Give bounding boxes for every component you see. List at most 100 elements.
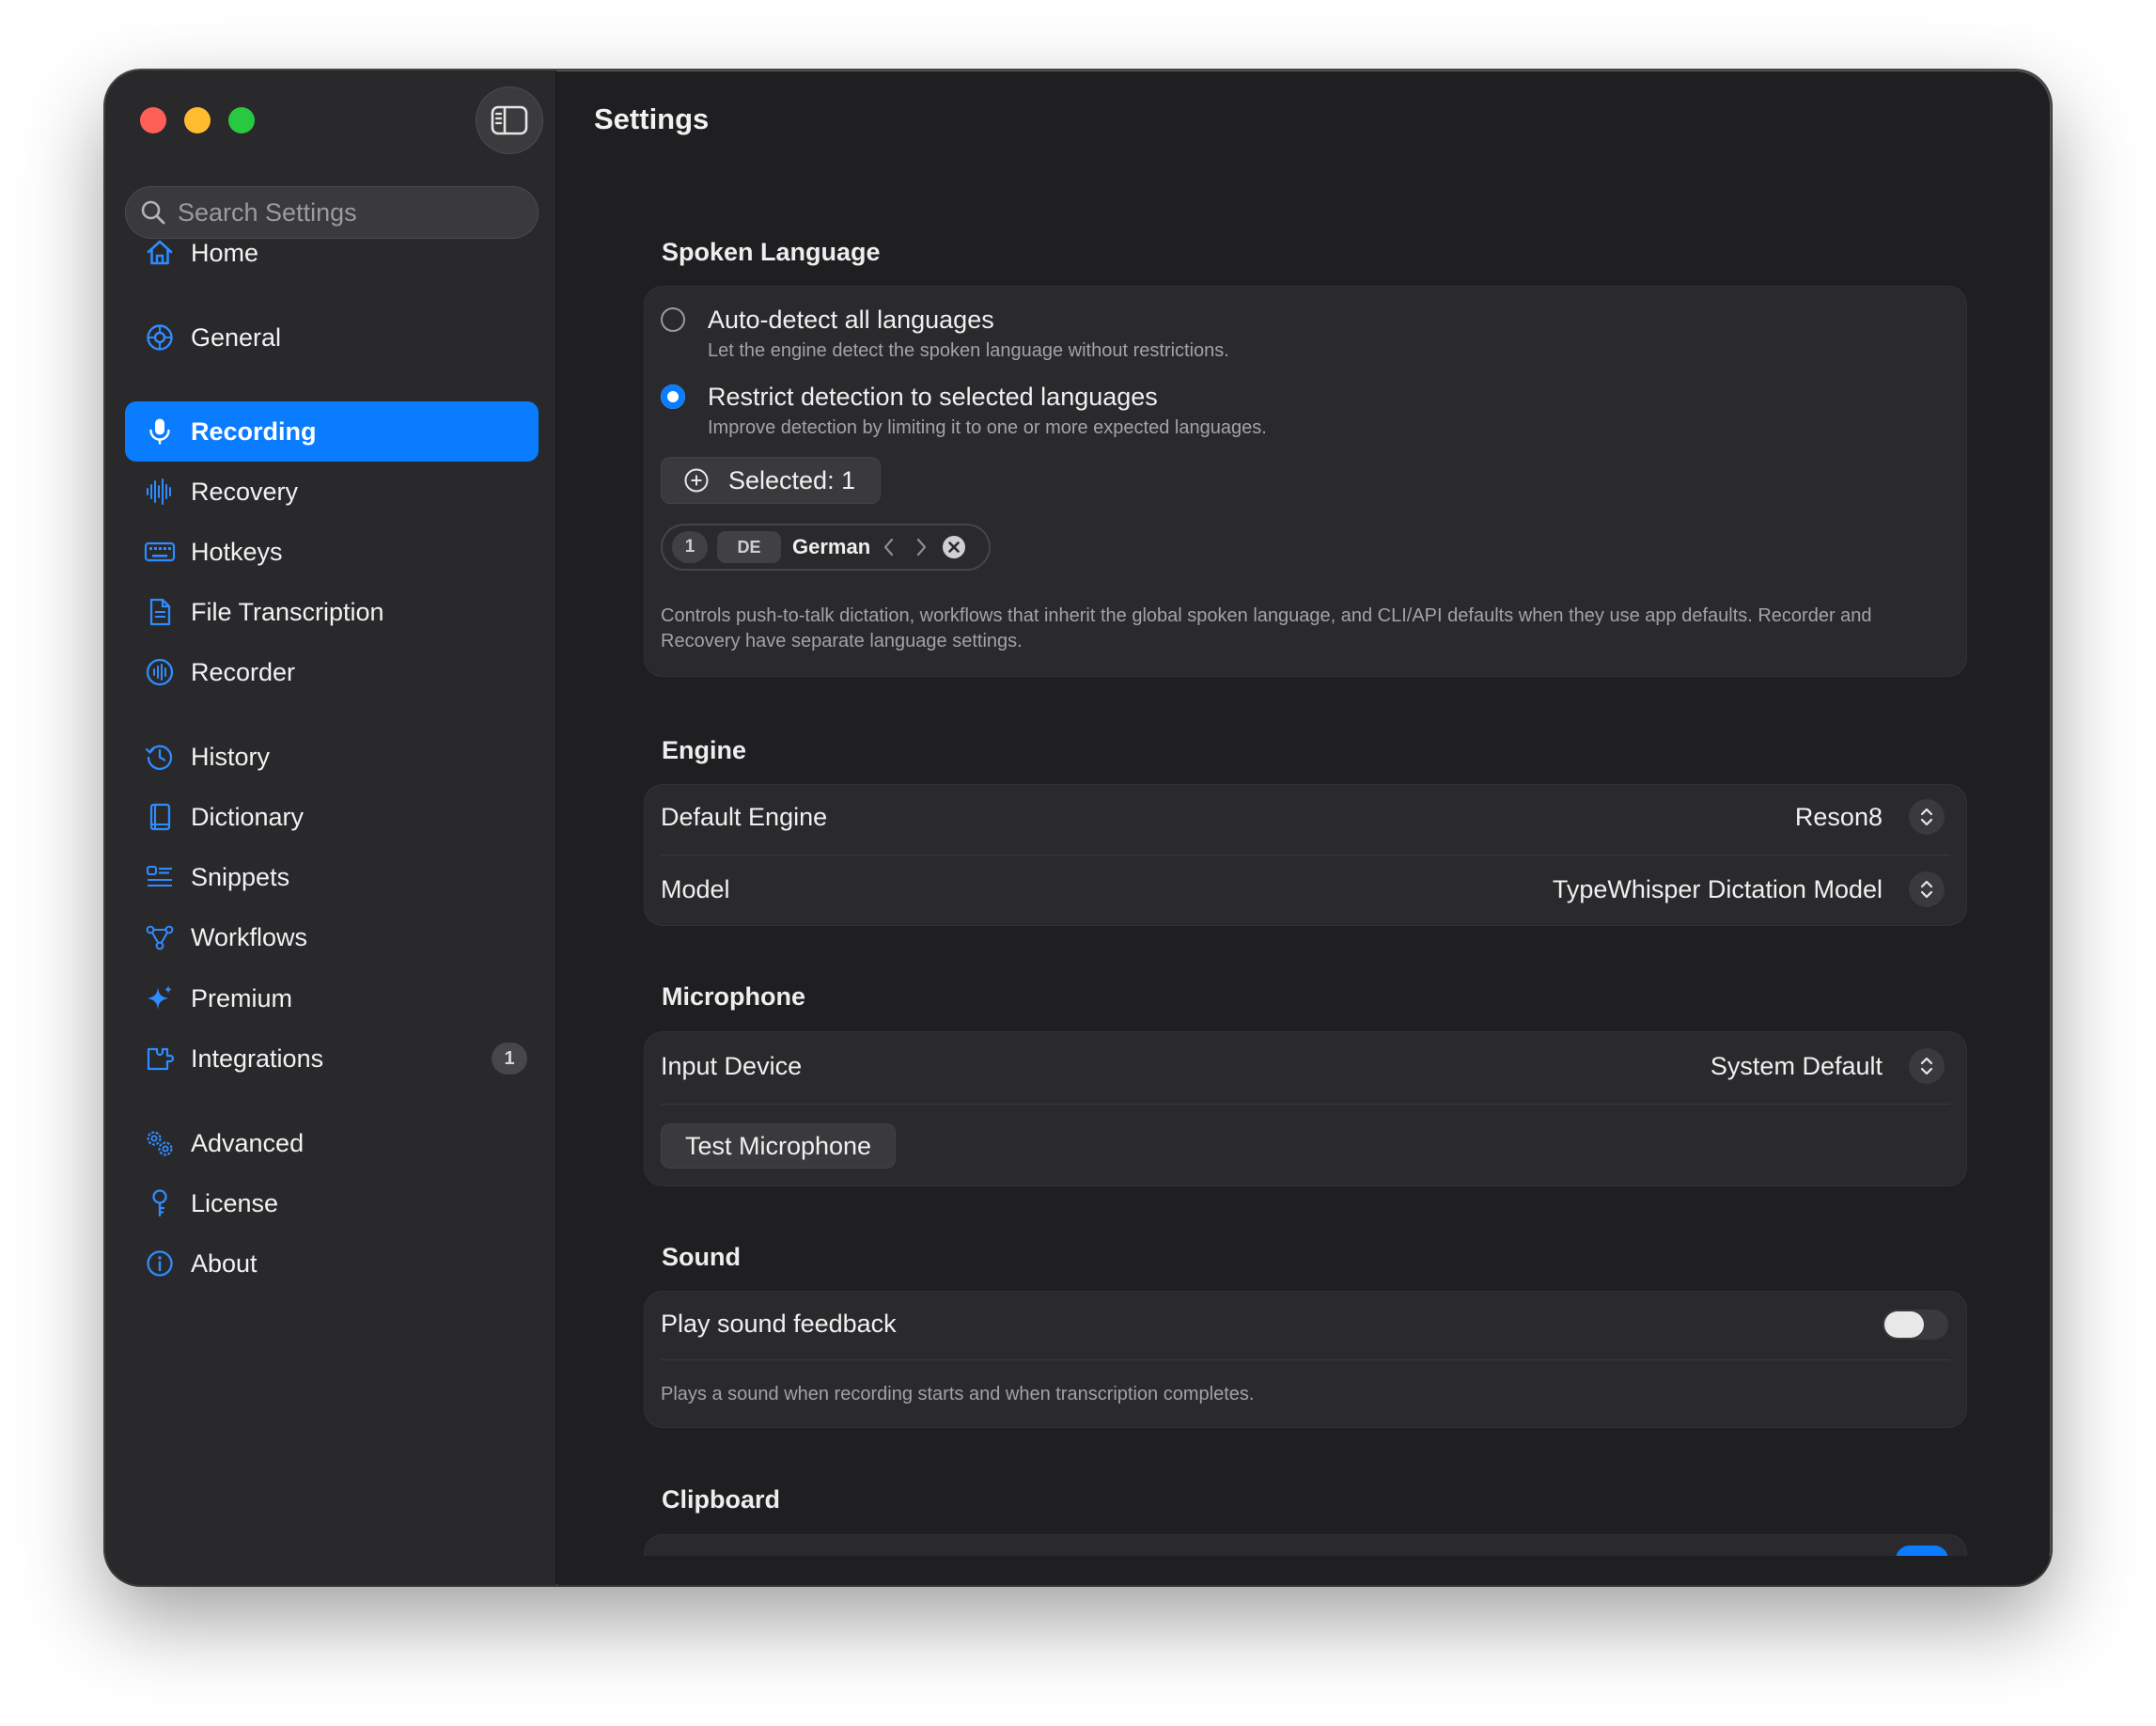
- restrict-detection-option[interactable]: Restrict detection to selected languages…: [661, 382, 1267, 439]
- sound-footnote: Plays a sound when recording starts and …: [661, 1384, 1255, 1404]
- sidebar: Home General Recording Recovery: [105, 71, 556, 1585]
- sidebar-item-label: Advanced: [191, 1128, 305, 1157]
- scroll-clip: [557, 1556, 2051, 1585]
- language-order-badge: 1: [672, 531, 708, 563]
- microphone-card: Input Device System Default Test Microph…: [644, 1031, 1967, 1186]
- engine-section-title: Engine: [662, 736, 747, 764]
- default-engine-value[interactable]: Reson8: [1795, 803, 1883, 832]
- sidebar-item-label: Recovery: [191, 477, 299, 506]
- record-waveform-icon: [144, 656, 176, 688]
- sidebar-item-dictionary[interactable]: Dictionary: [125, 787, 539, 847]
- model-value[interactable]: TypeWhisper Dictation Model: [1553, 875, 1883, 904]
- microphone-section-title: Microphone: [662, 982, 805, 1011]
- sidebar-item-label: About: [191, 1248, 258, 1278]
- language-code-badge: DE: [717, 531, 781, 563]
- sidebar-toggle-button[interactable]: [476, 86, 543, 154]
- chevron-left-icon[interactable]: [882, 536, 897, 558]
- microphone-icon: [144, 416, 176, 447]
- key-icon: [144, 1187, 176, 1219]
- sidebar-item-label: Recording: [191, 416, 317, 446]
- sidebar-item-recovery[interactable]: Recovery: [125, 462, 539, 522]
- sidebar-item-home[interactable]: Home: [125, 223, 539, 283]
- gears-icon: [144, 1127, 176, 1159]
- sidebar-item-file-transcription[interactable]: File Transcription: [125, 582, 539, 642]
- input-device-label: Input Device: [661, 1052, 803, 1080]
- sidebar-item-license[interactable]: License: [125, 1173, 539, 1233]
- sidebar-item-label: Home: [191, 238, 259, 267]
- window-controls: [140, 107, 255, 133]
- sidebar-item-snippets[interactable]: Snippets: [125, 847, 539, 907]
- auto-detect-option[interactable]: Auto-detect all languages Let the engine…: [661, 305, 1229, 362]
- sidebar-item-label: Recorder: [191, 657, 296, 686]
- sidebar-item-advanced[interactable]: Advanced: [125, 1113, 539, 1173]
- spoken-language-card: Auto-detect all languages Let the engine…: [644, 286, 1967, 677]
- input-device-picker[interactable]: [1909, 1048, 1945, 1084]
- sidebar-toggle-icon: [491, 105, 528, 135]
- sparkles-icon: [144, 982, 176, 1014]
- language-name: German: [792, 535, 871, 558]
- play-sound-feedback-toggle[interactable]: [1883, 1310, 1948, 1340]
- waveform-icon: [144, 476, 176, 508]
- sidebar-item-about[interactable]: About: [125, 1233, 539, 1294]
- default-engine-picker[interactable]: [1909, 799, 1945, 835]
- search-icon: [141, 200, 165, 225]
- sidebar-item-label: License: [191, 1188, 279, 1217]
- play-sound-feedback-label: Play sound feedback: [661, 1310, 897, 1338]
- book-icon: [144, 801, 176, 833]
- close-window-button[interactable]: [140, 107, 166, 133]
- remove-language-icon[interactable]: [942, 535, 966, 559]
- engine-card: Default Engine Reson8 Model TypeWhisper …: [644, 784, 1967, 926]
- sidebar-item-recorder[interactable]: Recorder: [125, 642, 539, 702]
- selected-count-label: Selected: 1: [728, 465, 856, 494]
- clipboard-section-title: Clipboard: [662, 1485, 780, 1514]
- sidebar-item-label: Integrations: [191, 1043, 324, 1073]
- sidebar-item-label: Snippets: [191, 862, 290, 891]
- spoken-language-footnote: Controls push-to-talk dictation, workflo…: [661, 605, 1872, 651]
- sidebar-item-workflows[interactable]: Workflows: [125, 907, 539, 967]
- chevron-up-down-icon: [1920, 880, 1933, 899]
- sidebar-item-hotkeys[interactable]: Hotkeys: [125, 522, 539, 582]
- chevron-up-down-icon: [1920, 1057, 1933, 1075]
- document-icon: [144, 596, 176, 628]
- add-language-button[interactable]: Selected: 1: [661, 457, 881, 504]
- snippets-list-icon: [144, 861, 176, 893]
- toggle-knob: [1884, 1311, 1924, 1338]
- sidebar-item-label: History: [191, 742, 271, 771]
- workflow-nodes-icon: [144, 921, 176, 953]
- model-picker[interactable]: [1909, 871, 1945, 907]
- minimize-window-button[interactable]: [184, 107, 211, 133]
- test-microphone-button[interactable]: Test Microphone: [661, 1123, 896, 1169]
- sidebar-item-label: Hotkeys: [191, 537, 283, 566]
- plus-circle-icon: [684, 468, 709, 493]
- spoken-language-section-title: Spoken Language: [662, 238, 881, 266]
- sidebar-item-recording[interactable]: Recording: [125, 401, 539, 462]
- chevron-right-icon[interactable]: [914, 536, 929, 558]
- sidebar-item-integrations[interactable]: Integrations 1: [125, 1028, 539, 1089]
- sidebar-item-premium[interactable]: Premium: [125, 968, 539, 1028]
- divider: [661, 1104, 1950, 1105]
- info-circle-icon: [144, 1247, 176, 1279]
- restrict-detection-title: Restrict detection to selected languages: [708, 383, 1158, 411]
- clock-history-icon: [144, 741, 176, 773]
- language-chip: 1 DE German: [661, 524, 991, 571]
- restrict-detection-radio[interactable]: [661, 384, 685, 409]
- sound-section-title: Sound: [662, 1243, 741, 1271]
- auto-detect-radio[interactable]: [661, 307, 685, 332]
- restrict-detection-subtitle: Improve detection by limiting it to one …: [708, 417, 1267, 438]
- input-device-value[interactable]: System Default: [1711, 1052, 1883, 1081]
- puzzle-icon: [144, 1043, 176, 1075]
- sidebar-item-label: Premium: [191, 983, 293, 1012]
- integrations-count-badge: 1: [492, 1043, 527, 1075]
- divider: [661, 1359, 1950, 1360]
- zoom-window-button[interactable]: [228, 107, 255, 133]
- settings-window: Home General Recording Recovery: [105, 71, 2051, 1585]
- sidebar-item-label: File Transcription: [191, 597, 384, 626]
- chevron-up-down-icon: [1920, 808, 1933, 826]
- model-label: Model: [661, 875, 730, 903]
- sidebar-item-general[interactable]: General: [125, 307, 539, 368]
- keyboard-icon: [144, 536, 176, 568]
- sidebar-item-label: Dictionary: [191, 802, 305, 831]
- gear-icon: [144, 322, 176, 353]
- sidebar-item-label: Workflows: [191, 922, 308, 951]
- sidebar-item-history[interactable]: History: [125, 727, 539, 787]
